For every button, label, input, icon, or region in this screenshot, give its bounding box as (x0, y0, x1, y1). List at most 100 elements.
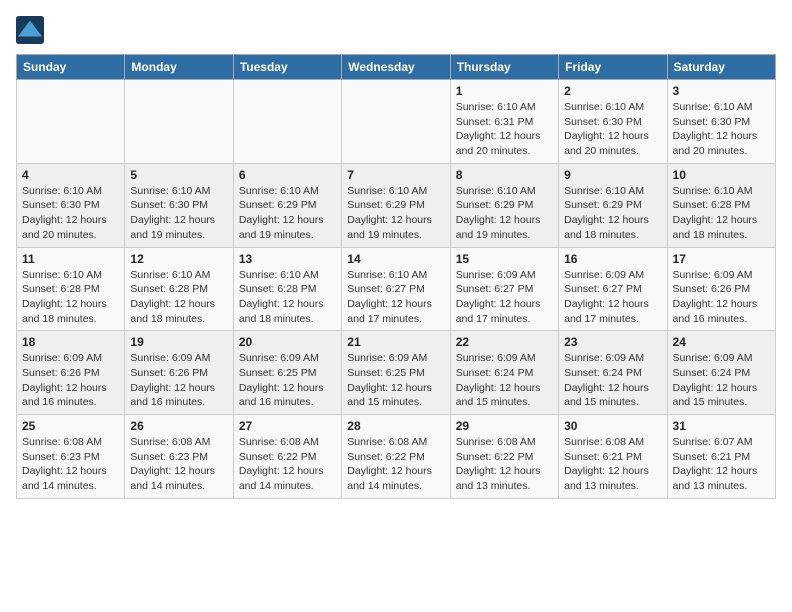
calendar-week-row: 18 Sunrise: 6:09 AM Sunset: 6:26 PM Dayli… (17, 331, 776, 415)
calendar-cell: 12 Sunrise: 6:10 AM Sunset: 6:28 PM Dayli… (125, 247, 233, 331)
calendar-cell (342, 80, 450, 164)
calendar-cell: 7 Sunrise: 6:10 AM Sunset: 6:29 PM Daylig… (342, 163, 450, 247)
day-number: 12 (130, 252, 227, 266)
calendar-cell: 2Sunrise: 6:10 AM Sunset: 6:30 PM Daylig… (559, 80, 667, 164)
day-of-week-header: Saturday (667, 55, 775, 80)
day-number: 21 (347, 335, 444, 349)
day-of-week-header: Wednesday (342, 55, 450, 80)
calendar-cell: 10Sunrise: 6:10 AM Sunset: 6:28 PM Dayli… (667, 163, 775, 247)
calendar-week-row: 25 Sunrise: 6:08 AM Sunset: 6:23 PM Dayli… (17, 415, 776, 499)
day-info: Sunrise: 6:09 AM Sunset: 6:27 PM Dayligh… (456, 268, 553, 327)
calendar-cell: 14 Sunrise: 6:10 AM Sunset: 6:27 PM Dayli… (342, 247, 450, 331)
day-info: Sunrise: 6:07 AM Sunset: 6:21 PM Dayligh… (673, 435, 770, 494)
calendar-cell: 26 Sunrise: 6:08 AM Sunset: 6:23 PM Dayli… (125, 415, 233, 499)
calendar-cell: 30Sunrise: 6:08 AM Sunset: 6:21 PM Dayli… (559, 415, 667, 499)
day-info: Sunrise: 6:09 AM Sunset: 6:24 PM Dayligh… (673, 351, 770, 410)
calendar-cell: 29 Sunrise: 6:08 AM Sunset: 6:22 PM Dayli… (450, 415, 558, 499)
day-of-week-header: Sunday (17, 55, 125, 80)
day-number: 27 (239, 419, 336, 433)
day-info: Sunrise: 6:10 AM Sunset: 6:31 PM Dayligh… (456, 100, 553, 159)
day-info: Sunrise: 6:08 AM Sunset: 6:22 PM Dayligh… (347, 435, 444, 494)
calendar-week-row: 1 Sunrise: 6:10 AM Sunset: 6:31 PM Daylig… (17, 80, 776, 164)
day-number: 14 (347, 252, 444, 266)
day-info: Sunrise: 6:08 AM Sunset: 6:23 PM Dayligh… (22, 435, 119, 494)
day-info: Sunrise: 6:09 AM Sunset: 6:25 PM Dayligh… (239, 351, 336, 410)
day-number: 13 (239, 252, 336, 266)
day-number: 6 (239, 168, 336, 182)
day-number: 25 (22, 419, 119, 433)
day-info: Sunrise: 6:10 AM Sunset: 6:29 PM Dayligh… (564, 184, 661, 243)
day-of-week-header: Friday (559, 55, 667, 80)
day-header-row: SundayMondayTuesdayWednesdayThursdayFrid… (17, 55, 776, 80)
day-number: 26 (130, 419, 227, 433)
day-number: 17 (673, 252, 770, 266)
day-info: Sunrise: 6:10 AM Sunset: 6:28 PM Dayligh… (22, 268, 119, 327)
calendar-cell: 16Sunrise: 6:09 AM Sunset: 6:27 PM Dayli… (559, 247, 667, 331)
day-number: 1 (456, 84, 553, 98)
logo-icon (16, 16, 44, 44)
calendar-cell: 5 Sunrise: 6:10 AM Sunset: 6:30 PM Daylig… (125, 163, 233, 247)
day-number: 4 (22, 168, 119, 182)
day-info: Sunrise: 6:10 AM Sunset: 6:28 PM Dayligh… (239, 268, 336, 327)
day-info: Sunrise: 6:08 AM Sunset: 6:23 PM Dayligh… (130, 435, 227, 494)
calendar-cell: 18 Sunrise: 6:09 AM Sunset: 6:26 PM Dayli… (17, 331, 125, 415)
day-info: Sunrise: 6:09 AM Sunset: 6:26 PM Dayligh… (22, 351, 119, 410)
day-number: 28 (347, 419, 444, 433)
day-info: Sunrise: 6:10 AM Sunset: 6:30 PM Dayligh… (130, 184, 227, 243)
day-number: 7 (347, 168, 444, 182)
day-info: Sunrise: 6:10 AM Sunset: 6:30 PM Dayligh… (673, 100, 770, 159)
calendar-cell: 31 Sunrise: 6:07 AM Sunset: 6:21 PM Dayli… (667, 415, 775, 499)
calendar-cell: 6 Sunrise: 6:10 AM Sunset: 6:29 PM Daylig… (233, 163, 341, 247)
calendar-cell: 15Sunrise: 6:09 AM Sunset: 6:27 PM Dayli… (450, 247, 558, 331)
calendar-body: 1 Sunrise: 6:10 AM Sunset: 6:31 PM Daylig… (17, 80, 776, 499)
day-info: Sunrise: 6:09 AM Sunset: 6:26 PM Dayligh… (673, 268, 770, 327)
calendar-cell: 3 Sunrise: 6:10 AM Sunset: 6:30 PM Daylig… (667, 80, 775, 164)
day-info: Sunrise: 6:09 AM Sunset: 6:26 PM Dayligh… (130, 351, 227, 410)
calendar-cell: 24 Sunrise: 6:09 AM Sunset: 6:24 PM Dayli… (667, 331, 775, 415)
calendar-cell: 19 Sunrise: 6:09 AM Sunset: 6:26 PM Dayli… (125, 331, 233, 415)
page-header (16, 16, 776, 44)
calendar-cell: 25 Sunrise: 6:08 AM Sunset: 6:23 PM Dayli… (17, 415, 125, 499)
day-info: Sunrise: 6:08 AM Sunset: 6:22 PM Dayligh… (239, 435, 336, 494)
day-number: 2 (564, 84, 661, 98)
day-info: Sunrise: 6:08 AM Sunset: 6:21 PM Dayligh… (564, 435, 661, 494)
calendar-cell: 23 Sunrise: 6:09 AM Sunset: 6:24 PM Dayli… (559, 331, 667, 415)
day-number: 23 (564, 335, 661, 349)
day-info: Sunrise: 6:09 AM Sunset: 6:25 PM Dayligh… (347, 351, 444, 410)
calendar-cell: 21 Sunrise: 6:09 AM Sunset: 6:25 PM Dayli… (342, 331, 450, 415)
calendar-cell (233, 80, 341, 164)
day-number: 18 (22, 335, 119, 349)
calendar-cell: 13 Sunrise: 6:10 AM Sunset: 6:28 PM Dayli… (233, 247, 341, 331)
day-info: Sunrise: 6:10 AM Sunset: 6:27 PM Dayligh… (347, 268, 444, 327)
day-info: Sunrise: 6:09 AM Sunset: 6:24 PM Dayligh… (456, 351, 553, 410)
calendar-cell: 28 Sunrise: 6:08 AM Sunset: 6:22 PM Dayli… (342, 415, 450, 499)
day-info: Sunrise: 6:10 AM Sunset: 6:28 PM Dayligh… (130, 268, 227, 327)
day-info: Sunrise: 6:09 AM Sunset: 6:27 PM Dayligh… (564, 268, 661, 327)
day-number: 31 (673, 419, 770, 433)
day-info: Sunrise: 6:10 AM Sunset: 6:30 PM Dayligh… (22, 184, 119, 243)
day-info: Sunrise: 6:10 AM Sunset: 6:29 PM Dayligh… (347, 184, 444, 243)
day-of-week-header: Monday (125, 55, 233, 80)
day-info: Sunrise: 6:10 AM Sunset: 6:29 PM Dayligh… (239, 184, 336, 243)
calendar-week-row: 4 Sunrise: 6:10 AM Sunset: 6:30 PM Daylig… (17, 163, 776, 247)
calendar-cell: 11Sunrise: 6:10 AM Sunset: 6:28 PM Dayli… (17, 247, 125, 331)
day-number: 29 (456, 419, 553, 433)
calendar-cell (125, 80, 233, 164)
day-number: 20 (239, 335, 336, 349)
calendar-cell: 17 Sunrise: 6:09 AM Sunset: 6:26 PM Dayli… (667, 247, 775, 331)
day-info: Sunrise: 6:08 AM Sunset: 6:22 PM Dayligh… (456, 435, 553, 494)
calendar-cell: 9 Sunrise: 6:10 AM Sunset: 6:29 PM Daylig… (559, 163, 667, 247)
day-number: 9 (564, 168, 661, 182)
day-number: 3 (673, 84, 770, 98)
calendar-cell: 4 Sunrise: 6:10 AM Sunset: 6:30 PM Daylig… (17, 163, 125, 247)
day-number: 22 (456, 335, 553, 349)
logo (16, 16, 46, 44)
day-number: 10 (673, 168, 770, 182)
calendar-cell: 22 Sunrise: 6:09 AM Sunset: 6:24 PM Dayli… (450, 331, 558, 415)
day-number: 8 (456, 168, 553, 182)
day-number: 24 (673, 335, 770, 349)
day-number: 5 (130, 168, 227, 182)
day-info: Sunrise: 6:09 AM Sunset: 6:24 PM Dayligh… (564, 351, 661, 410)
day-number: 19 (130, 335, 227, 349)
calendar-header: SundayMondayTuesdayWednesdayThursdayFrid… (17, 55, 776, 80)
